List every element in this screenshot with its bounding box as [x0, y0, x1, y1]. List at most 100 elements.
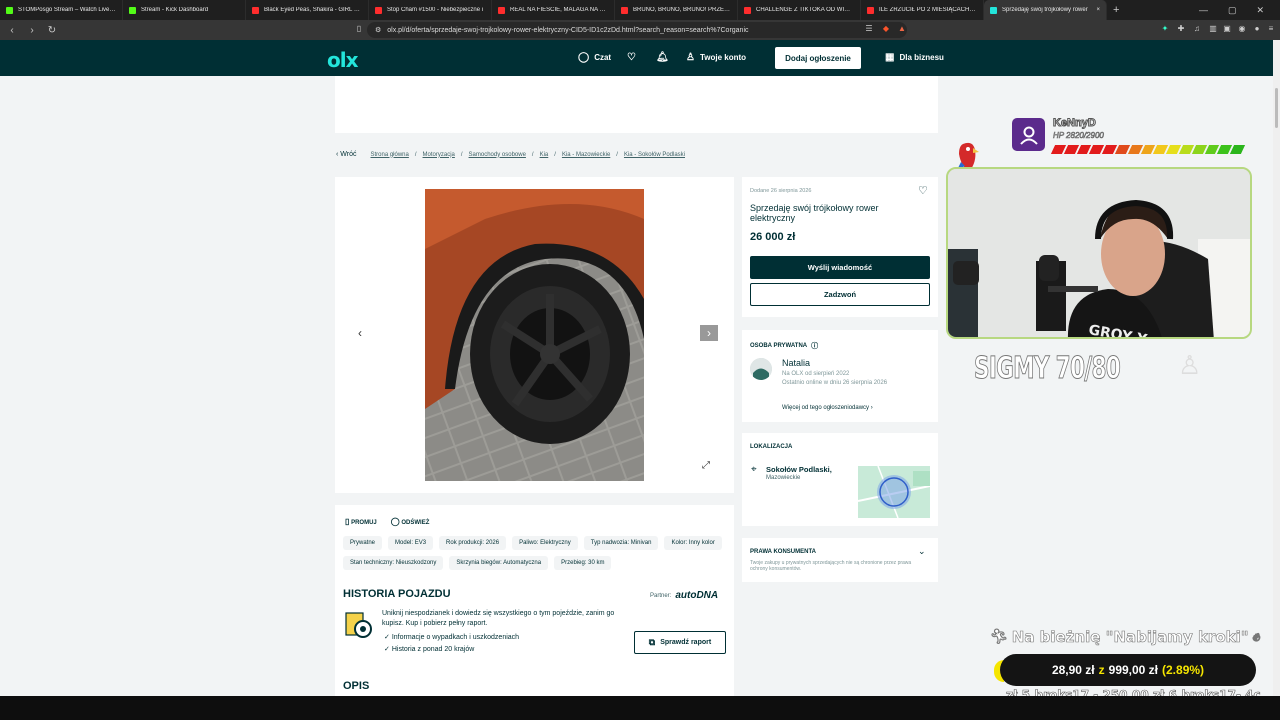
breadcrumb-item[interactable]: Strona główna	[371, 152, 409, 158]
promote-button[interactable]: ▯ PROMUJ	[345, 517, 377, 526]
close-tab-icon[interactable]: ×	[1096, 7, 1100, 13]
autodna-logo: autoDNA	[675, 590, 719, 601]
forward-icon[interactable]: ›	[24, 25, 40, 36]
breadcrumb-item[interactable]: Motoryzacja	[423, 152, 455, 158]
scrollbar-thumb[interactable]	[1275, 88, 1278, 128]
parameter-chip: Stan techniczny: Nieuszkodzony	[343, 556, 444, 570]
chat-link[interactable]: ◯ Czat	[578, 52, 611, 63]
reload-icon[interactable]: ↻	[44, 25, 60, 36]
tab-favicon-icon	[621, 6, 628, 14]
gallery-prev-icon[interactable]: ‹	[351, 325, 369, 341]
breadcrumb-item[interactable]: Kia - Mazowieckie	[562, 152, 610, 158]
favorite-heart-icon[interactable]: ♡	[918, 184, 928, 197]
location-city: Sokołów Podlaski,	[766, 465, 832, 474]
history-bullet: ✓ Informacje o wypadkach i uszkodzeniach	[384, 634, 520, 641]
check-report-button[interactable]: ⧉ Sprawdź raport	[634, 631, 726, 654]
goal-separator: z	[1098, 663, 1105, 677]
minimize-icon[interactable]: —	[1199, 5, 1208, 16]
breadcrumb-separator: /	[531, 151, 534, 158]
browser-tab[interactable]: Stream - Kick Dashboard	[123, 0, 246, 20]
site-info-icon[interactable]: ⚙	[375, 26, 381, 34]
history-bullet: ✓ Historia z ponad 20 krajów	[384, 646, 475, 653]
listing-price: 26 000 zł	[750, 231, 796, 243]
external-link-icon: ⧉	[648, 637, 656, 647]
brave-shield-icon[interactable]: ◆	[881, 24, 891, 34]
browser-tab[interactable]: Black Eyed Peas, Shakira - GIRL LIKE	[246, 0, 369, 20]
browser-tab[interactable]: Sprzedaję swój trójkołowy rower ×	[984, 0, 1107, 20]
rewards-icon[interactable]: ▲	[897, 24, 907, 34]
info-icon[interactable]: ⓘ	[811, 341, 818, 351]
vpn-icon[interactable]: ◉	[1237, 24, 1247, 34]
sidebar-icon[interactable]: ▥	[1208, 24, 1218, 34]
close-window-icon[interactable]: ✕	[1256, 5, 1264, 16]
puzzle-icon[interactable]: ✚	[1176, 24, 1186, 34]
consumer-header: PRAWA KONSUMENTA	[750, 549, 816, 555]
browser-tab[interactable]: ILE ZRZUCIŁ PO 2 MIESIĄCACH PRO	[861, 0, 984, 20]
location-map[interactable]	[858, 466, 930, 518]
browser-tab[interactable]: STOMPosgo Stream – Watch Live on	[0, 0, 123, 20]
favorites-icon[interactable]: ♡	[627, 52, 636, 63]
user-icon: ♙	[686, 52, 695, 63]
tab-favicon-icon	[867, 6, 874, 14]
viewer-hp: HP 2820/2900	[1053, 131, 1104, 141]
business-link[interactable]: ▦ Dla biznesu	[885, 52, 944, 63]
more-from-seller-link[interactable]: Więcej od tego ogłoszeniodawcy ›	[782, 405, 873, 411]
send-message-button[interactable]: Wyślij wiadomość	[750, 256, 930, 279]
listing-photo[interactable]	[425, 189, 644, 481]
back-icon[interactable]: ‹	[4, 25, 20, 36]
bookmark-icon: ▯	[345, 517, 350, 526]
breadcrumb-item[interactable]: Samochody osobowe	[469, 152, 526, 158]
parameter-chip: Kolor: Inny kolor	[664, 536, 722, 550]
chevron-down-icon[interactable]: ⌄	[918, 546, 926, 557]
browser-tab[interactable]: REAL NA FIEŚCIE, MALAGA NA SIEŚ	[492, 0, 615, 20]
extension-icon[interactable]: ✦	[1160, 24, 1170, 34]
tab-label: Stream - Kick Dashboard	[141, 7, 209, 13]
breadcrumb: ‹ Wróć Strona główna / Motoryzacja / Samocho…	[336, 151, 685, 158]
browser-tab[interactable]: BRUNO, BRUNO, BRUNO! PRZEPIĘ	[615, 0, 738, 20]
address-bar: ‹ › ↻ ▯ ⚙ olx.pl/d/oferta/sprzedaje-swoj…	[0, 20, 1280, 40]
goal-percent: (2.89%)	[1162, 663, 1205, 677]
browser-tab-bar: STOMPosgo Stream – Watch Live on Stream -…	[0, 0, 1280, 20]
profile-icon[interactable]: ●	[1252, 24, 1262, 34]
bookmark-icon[interactable]: ▯	[354, 24, 364, 34]
account-link[interactable]: ♙ Twoje konto	[686, 52, 746, 63]
maximize-icon[interactable]: ▢	[1228, 5, 1237, 16]
description-title: OPIS	[343, 680, 370, 692]
browser-tab[interactable]: Stop Cham #1500 - Niebezpieczne i	[369, 0, 492, 20]
tab-favicon-icon	[498, 6, 505, 14]
olx-logo[interactable]: olx	[327, 48, 358, 72]
refresh-button[interactable]: ◯ ODŚWIEŻ	[391, 517, 430, 526]
page-scrollbar[interactable]	[1273, 40, 1280, 696]
listing-title: Sprzedaję swój trójkołowy rower elektryc…	[750, 203, 879, 223]
gallery-next-icon[interactable]: ›	[700, 325, 718, 341]
notifications-icon[interactable]: 🔔︎	[656, 52, 669, 63]
details-card: ▯ PROMUJ ◯ ODŚWIEŻ Prywatne Model: EV3 Rok…	[335, 505, 734, 696]
parameter-chips: Prywatne Model: EV3 Rok produkcji: 2026 Pal…	[343, 536, 723, 570]
url-field[interactable]: ⚙ olx.pl/d/oferta/sprzedaje-swoj-trojkol…	[367, 22, 907, 38]
tab-label: Stop Cham #1500 - Niebezpieczne i	[387, 7, 484, 13]
fullscreen-icon[interactable]: ⤢	[702, 460, 710, 471]
add-listing-button[interactable]: Dodaj ogłoszenie	[775, 47, 861, 69]
check-icon: ✓	[384, 646, 390, 653]
seller-last-online: Ostatnio online w dniu 26 sierpnia 2026	[782, 380, 888, 386]
wallet-icon[interactable]: ▣	[1222, 24, 1232, 34]
new-tab-button[interactable]: +	[1107, 4, 1125, 16]
breadcrumb-separator: /	[414, 151, 417, 158]
music-icon[interactable]: ♫	[1192, 24, 1202, 34]
browser-tab[interactable]: CHALLENGE Z TIKTOKA OD WIDZÓW	[738, 0, 861, 20]
reader-icon[interactable]: ☰	[864, 24, 874, 34]
hp-segment	[1230, 145, 1246, 154]
tab-favicon-icon	[252, 6, 259, 14]
breadcrumb-item[interactable]: Kia - Sokołów Podlaski	[624, 152, 685, 158]
taskbar	[0, 696, 1280, 720]
viewer-avatar-icon	[1012, 118, 1045, 151]
tab-label: REAL NA FIEŚCIE, MALAGA NA SIEŚ	[510, 7, 608, 13]
menu-icon[interactable]: ≡	[1266, 24, 1276, 34]
call-button[interactable]: Zadzwoń	[750, 283, 930, 306]
back-link[interactable]: ‹ Wróć	[336, 151, 357, 158]
business-icon: ▦	[885, 52, 895, 63]
check-icon: ✓	[384, 634, 390, 641]
breadcrumb-item[interactable]: Kia	[540, 152, 549, 158]
location-header: LOKALIZACJA	[750, 444, 793, 450]
consumer-rights-card[interactable]: PRAWA KONSUMENTA ⌄ Twoje zakupy u prywat…	[742, 538, 938, 582]
